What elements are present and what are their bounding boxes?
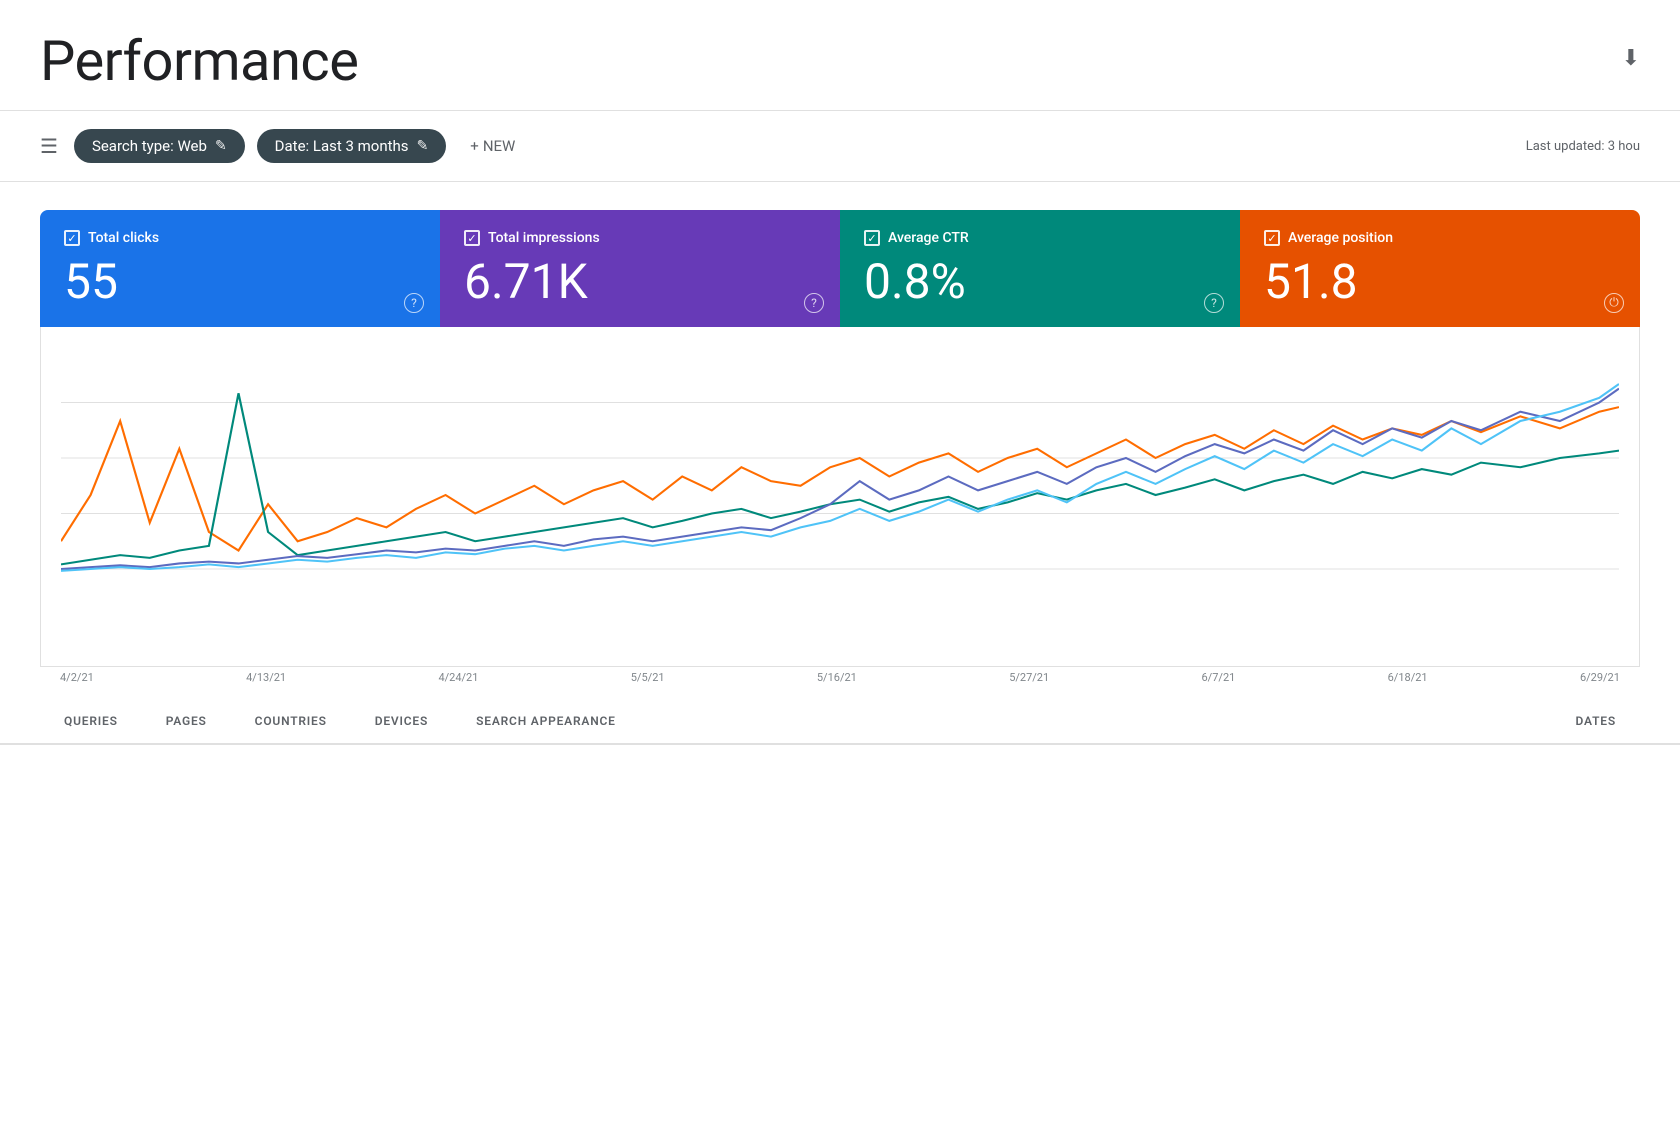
metric-card-total-clicks[interactable]: Total clicks 55 ? xyxy=(40,210,440,327)
x-label-7: 6/18/21 xyxy=(1388,671,1428,684)
metric-card-total-impressions[interactable]: Total impressions 6.71K ? xyxy=(440,210,840,327)
position-label: Average position xyxy=(1288,230,1393,246)
x-axis-labels: 4/2/21 4/13/21 4/24/21 5/5/21 5/16/21 5/… xyxy=(40,671,1640,684)
position-checkbox[interactable] xyxy=(1264,230,1280,246)
x-label-1: 4/13/21 xyxy=(246,671,286,684)
impressions-value: 6.71K xyxy=(464,256,816,309)
page-wrapper: Performance ⬇ ☰ Search type: Web ✎ Date:… xyxy=(0,0,1680,1121)
download-icon[interactable]: ⬇ xyxy=(1622,46,1640,71)
clicks-value: 55 xyxy=(64,256,416,309)
ctr-value: 0.8% xyxy=(864,256,1216,309)
tab-countries[interactable]: COUNTRIES xyxy=(231,700,351,745)
impressions-checkbox[interactable] xyxy=(464,230,480,246)
position-help-icon[interactable]: ⏻ xyxy=(1604,293,1624,313)
new-filter-button[interactable]: + NEW xyxy=(458,129,527,163)
date-range-label: Date: Last 3 months xyxy=(275,137,409,155)
performance-chart xyxy=(61,347,1619,606)
new-label: NEW xyxy=(483,137,516,155)
search-type-edit-icon: ✎ xyxy=(215,138,227,154)
x-label-3: 5/5/21 xyxy=(631,671,665,684)
header-right: ⬇ xyxy=(1622,28,1640,71)
tab-queries[interactable]: QUERIES xyxy=(40,700,142,745)
x-label-0: 4/2/21 xyxy=(60,671,94,684)
metrics-row: Total clicks 55 ? Total impressions 6.71… xyxy=(40,210,1640,327)
clicks-checkbox[interactable] xyxy=(64,230,80,246)
clicks-label: Total clicks xyxy=(88,230,159,246)
x-label-8: 6/29/21 xyxy=(1580,671,1620,684)
ctr-checkbox[interactable] xyxy=(864,230,880,246)
last-updated: Last updated: 3 hou xyxy=(1526,139,1640,154)
chart-area xyxy=(40,327,1640,667)
x-label-4: 5/16/21 xyxy=(817,671,857,684)
bottom-tabs: QUERIES PAGES COUNTRIES DEVICES SEARCH A… xyxy=(0,700,1680,745)
page-header: Performance ⬇ xyxy=(0,0,1680,111)
x-label-5: 5/27/21 xyxy=(1009,671,1049,684)
filter-icon[interactable]: ☰ xyxy=(40,134,58,158)
toolbar: ☰ Search type: Web ✎ Date: Last 3 months… xyxy=(0,111,1680,182)
metric-card-average-position[interactable]: Average position 51.8 ⏻ xyxy=(1240,210,1640,327)
x-label-6: 6/7/21 xyxy=(1202,671,1236,684)
position-value: 51.8 xyxy=(1264,256,1616,309)
tab-dates[interactable]: DATES xyxy=(1552,700,1640,745)
search-type-label: Search type: Web xyxy=(92,137,207,155)
tab-pages[interactable]: PAGES xyxy=(142,700,231,745)
plus-icon: + xyxy=(470,137,479,155)
tab-search-appearance[interactable]: SEARCH APPEARANCE xyxy=(452,700,640,745)
x-label-2: 4/24/21 xyxy=(438,671,478,684)
search-type-button[interactable]: Search type: Web ✎ xyxy=(74,129,245,163)
clicks-help-icon[interactable]: ? xyxy=(404,293,424,313)
page-title: Performance xyxy=(40,28,358,94)
metric-card-average-ctr[interactable]: Average CTR 0.8% ? xyxy=(840,210,1240,327)
date-edit-icon: ✎ xyxy=(417,138,429,154)
tab-devices[interactable]: DEVICES xyxy=(351,700,452,745)
date-range-button[interactable]: Date: Last 3 months ✎ xyxy=(257,129,447,163)
ctr-help-icon[interactable]: ? xyxy=(1204,293,1224,313)
ctr-label: Average CTR xyxy=(888,230,969,246)
impressions-help-icon[interactable]: ? xyxy=(804,293,824,313)
impressions-label: Total impressions xyxy=(488,230,600,246)
